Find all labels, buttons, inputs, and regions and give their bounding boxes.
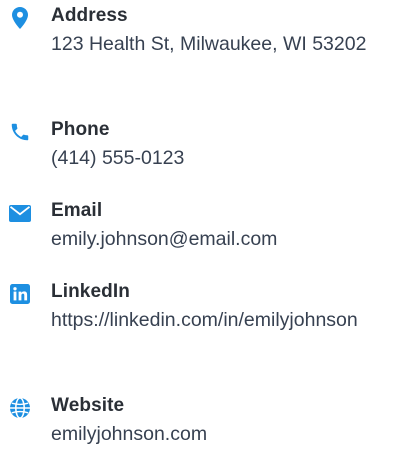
website-label: Website xyxy=(51,395,125,416)
globe-icon xyxy=(8,396,32,420)
envelope-icon xyxy=(8,201,32,225)
address-value: 123 Health St, Milwaukee, WI 53202 xyxy=(51,33,367,55)
email-label: Email xyxy=(51,200,103,221)
contact-info-list: Address 123 Health St, Milwaukee, WI 532… xyxy=(0,0,409,451)
map-pin-icon xyxy=(8,6,32,30)
linkedin-label: LinkedIn xyxy=(51,281,130,302)
phone-label: Phone xyxy=(51,119,110,140)
address-label: Address xyxy=(51,5,128,26)
email-link[interactable]: emily.johnson@email.com xyxy=(51,225,401,253)
linkedin-icon xyxy=(8,282,32,306)
phone-icon xyxy=(8,120,32,144)
linkedin-link[interactable]: https://linkedin.com/in/emilyjohnson xyxy=(51,306,401,334)
phone-link[interactable]: (414) 555-0123 xyxy=(51,144,401,172)
website-link[interactable]: emilyjohnson.com xyxy=(51,420,401,448)
